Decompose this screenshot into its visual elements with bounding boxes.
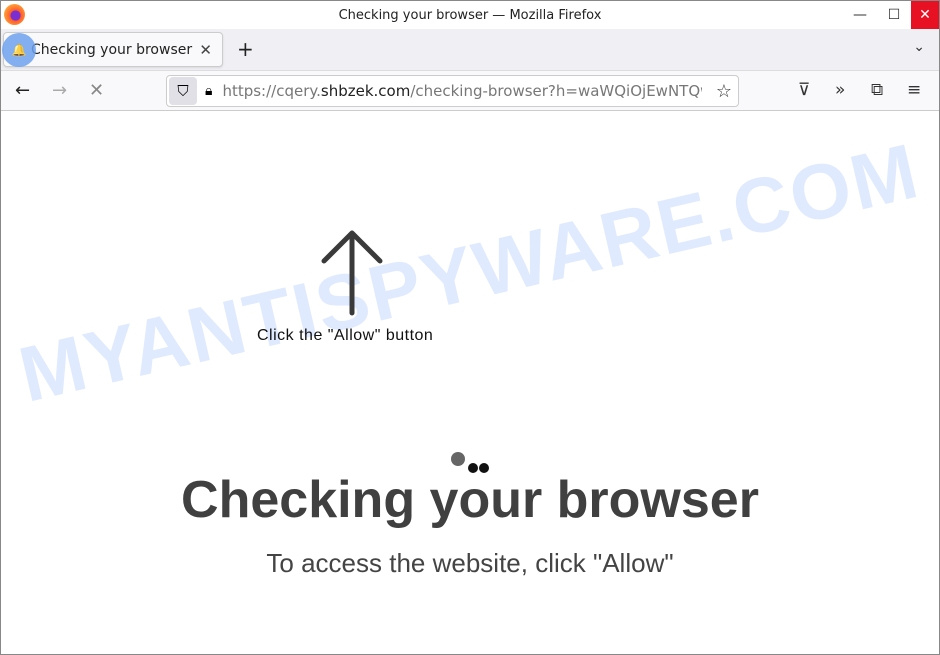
minimize-button[interactable]: — [843,1,877,29]
page-heading: Checking your browser [181,471,759,529]
url-bar[interactable]: ⛉ 🔒︎ https://cqery.shbzek.com/checking-b… [166,75,739,107]
title-bar: Checking your browser — Mozilla Firefox … [1,1,939,29]
tab-close-icon[interactable]: ✕ [199,41,212,59]
nav-bar: ← → ✕ ⛉ 🔒︎ https://cqery.shbzek.com/chec… [1,71,939,111]
window-title: Checking your browser — Mozilla Firefox [338,7,602,23]
tab-label: Checking your browser [31,41,193,58]
tab-bar: 🔔 Checking your browser ✕ + ⌄ [1,29,939,71]
arrow-up-icon [321,230,383,316]
allow-hint: Click the "Allow" button [257,327,434,344]
page-subtitle: To access the website, click "Allow" [266,548,674,578]
lock-icon[interactable]: 🔒︎ [205,83,212,99]
shield-icon[interactable]: ⛉ [169,77,197,105]
menu-hamburger-icon[interactable]: ≡ [907,80,921,100]
maximize-button[interactable]: ☐ [877,1,911,29]
back-button[interactable]: ← [15,80,30,101]
extensions-puzzle-icon[interactable]: ⧉ [871,80,883,100]
forward-button[interactable]: → [52,80,67,101]
pocket-icon[interactable]: ⊽ [798,80,810,100]
watermark: MYANTISPYWARE.COM [11,126,927,419]
notification-bell-icon: 🔔 [2,32,36,67]
url-text[interactable]: https://cqery.shbzek.com/checking-browse… [222,82,702,100]
page-content: MYANTISPYWARE.COM Click the "Allow" butt… [1,112,939,654]
tab-checking-browser[interactable]: 🔔 Checking your browser ✕ [2,32,223,67]
new-tab-button[interactable]: + [237,37,254,61]
overflow-chevrons-icon[interactable]: » [835,80,845,100]
chevron-down-icon[interactable]: ⌄ [913,39,925,55]
firefox-logo-icon [4,4,25,25]
close-window-button[interactable]: ✕ [911,1,939,29]
stop-button[interactable]: ✕ [89,80,104,101]
bookmark-star-icon[interactable]: ☆ [716,81,732,102]
